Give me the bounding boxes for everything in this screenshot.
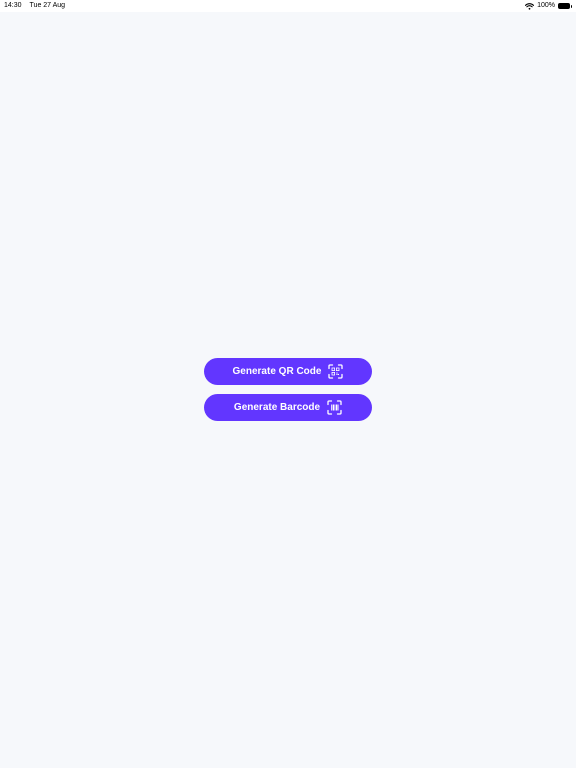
- action-buttons: Generate QR Code Generate Barcode: [204, 358, 372, 421]
- status-right: 100%: [525, 0, 572, 12]
- generate-qr-code-button[interactable]: Generate QR Code: [204, 358, 372, 385]
- status-date: Tue 27 Aug: [29, 2, 66, 9]
- generate-barcode-label: Generate Barcode: [233, 402, 321, 413]
- barcode-scan-icon: [327, 400, 342, 415]
- battery-percentage: 100%: [537, 2, 555, 9]
- qr-code-scan-icon: [328, 364, 344, 379]
- battery-icon: [558, 3, 572, 9]
- status-left: 14:30 Tue 27 Aug: [4, 0, 65, 12]
- status-bar: 14:30 Tue 27 Aug 100%: [0, 0, 576, 12]
- status-time: 14:30: [4, 2, 22, 9]
- wifi-icon: [525, 2, 535, 10]
- generate-barcode-button[interactable]: Generate Barcode: [204, 394, 372, 421]
- generate-qr-code-label: Generate QR Code: [232, 366, 322, 377]
